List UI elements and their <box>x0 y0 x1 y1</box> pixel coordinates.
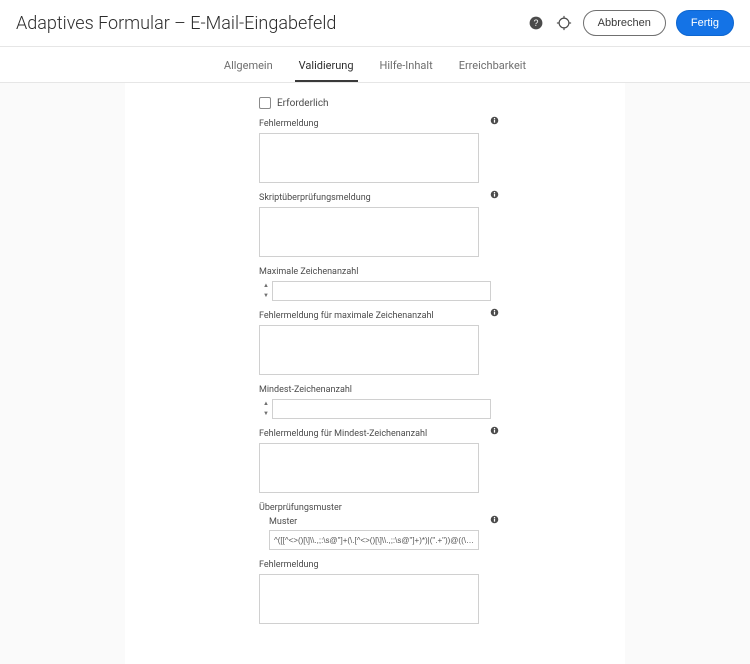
error-message-label: Fehlermeldung <box>259 119 491 129</box>
min-chars-input[interactable] <box>272 399 491 419</box>
cancel-button[interactable]: Abbrechen <box>583 10 666 36</box>
stepper-down-icon[interactable]: ▼ <box>259 409 273 419</box>
stepper-up-icon[interactable]: ▲ <box>259 281 273 291</box>
min-chars-error-textarea[interactable] <box>259 443 479 493</box>
min-chars-stepper: ▲ ▼ <box>259 399 273 419</box>
info-icon[interactable] <box>490 515 499 524</box>
pattern-error-row: Fehlermeldung <box>259 560 491 624</box>
done-button[interactable]: Fertig <box>676 10 734 36</box>
max-chars-error-textarea[interactable] <box>259 325 479 375</box>
max-chars-row: Maximale Zeichenanzahl ▲ ▼ <box>259 267 491 301</box>
script-validation-label: Skriptüberprüfungsmeldung <box>259 193 491 203</box>
validation-pattern-label: Überprüfungsmuster <box>259 503 491 513</box>
stepper-down-icon[interactable]: ▼ <box>259 291 273 301</box>
header-actions: ? Abbrechen Fertig <box>527 10 734 36</box>
help-circle-icon[interactable]: ? <box>527 14 545 32</box>
max-chars-stepper: ▲ ▼ <box>259 281 273 301</box>
info-icon[interactable] <box>490 426 499 435</box>
required-checkbox[interactable] <box>259 97 271 109</box>
tab-accessibility[interactable]: Erreichbarkeit <box>455 51 530 82</box>
pattern-error-label: Fehlermeldung <box>259 560 491 570</box>
validation-pattern-section: Überprüfungsmuster Muster <box>259 503 491 550</box>
error-message-textarea[interactable] <box>259 133 479 183</box>
required-label: Erforderlich <box>277 98 329 109</box>
form: Erforderlich Fehlermeldung Skriptüberprü… <box>259 97 491 624</box>
tab-help-content[interactable]: Hilfe-Inhalt <box>376 51 437 82</box>
min-chars-row: Mindest-Zeichenanzahl ▲ ▼ <box>259 385 491 419</box>
max-chars-input[interactable] <box>272 281 491 301</box>
svg-text:?: ? <box>533 18 538 28</box>
min-chars-error-label: Fehlermeldung für Mindest-Zeichenanzahl <box>259 429 491 439</box>
tab-validation[interactable]: Validierung <box>295 51 358 82</box>
required-row: Erforderlich <box>259 97 491 109</box>
dialog-title: Adaptives Formular – E-Mail-Eingabefeld <box>16 13 336 34</box>
min-chars-label: Mindest-Zeichenanzahl <box>259 385 491 395</box>
info-icon[interactable] <box>490 308 499 317</box>
tab-general[interactable]: Allgemein <box>220 51 277 82</box>
max-chars-error-label: Fehlermeldung für maximale Zeichenanzahl <box>259 311 491 321</box>
max-chars-field: ▲ ▼ <box>259 281 491 301</box>
tab-bar: Allgemein Validierung Hilfe-Inhalt Errei… <box>0 47 750 83</box>
dialog-header: Adaptives Formular – E-Mail-Eingabefeld … <box>0 0 750 47</box>
min-chars-error-row: Fehlermeldung für Mindest-Zeichenanzahl <box>259 429 491 493</box>
script-validation-textarea[interactable] <box>259 207 479 257</box>
max-chars-error-row: Fehlermeldung für maximale Zeichenanzahl <box>259 311 491 375</box>
target-icon[interactable] <box>555 14 573 32</box>
max-chars-label: Maximale Zeichenanzahl <box>259 267 491 277</box>
info-icon[interactable] <box>490 116 499 125</box>
pattern-input[interactable] <box>269 530 479 550</box>
min-chars-field: ▲ ▼ <box>259 399 491 419</box>
script-validation-row: Skriptüberprüfungsmeldung <box>259 193 491 257</box>
pattern-label: Muster <box>269 517 491 527</box>
validation-panel: Erforderlich Fehlermeldung Skriptüberprü… <box>125 83 625 664</box>
error-message-row: Fehlermeldung <box>259 119 491 183</box>
info-icon[interactable] <box>490 190 499 199</box>
stepper-up-icon[interactable]: ▲ <box>259 399 273 409</box>
